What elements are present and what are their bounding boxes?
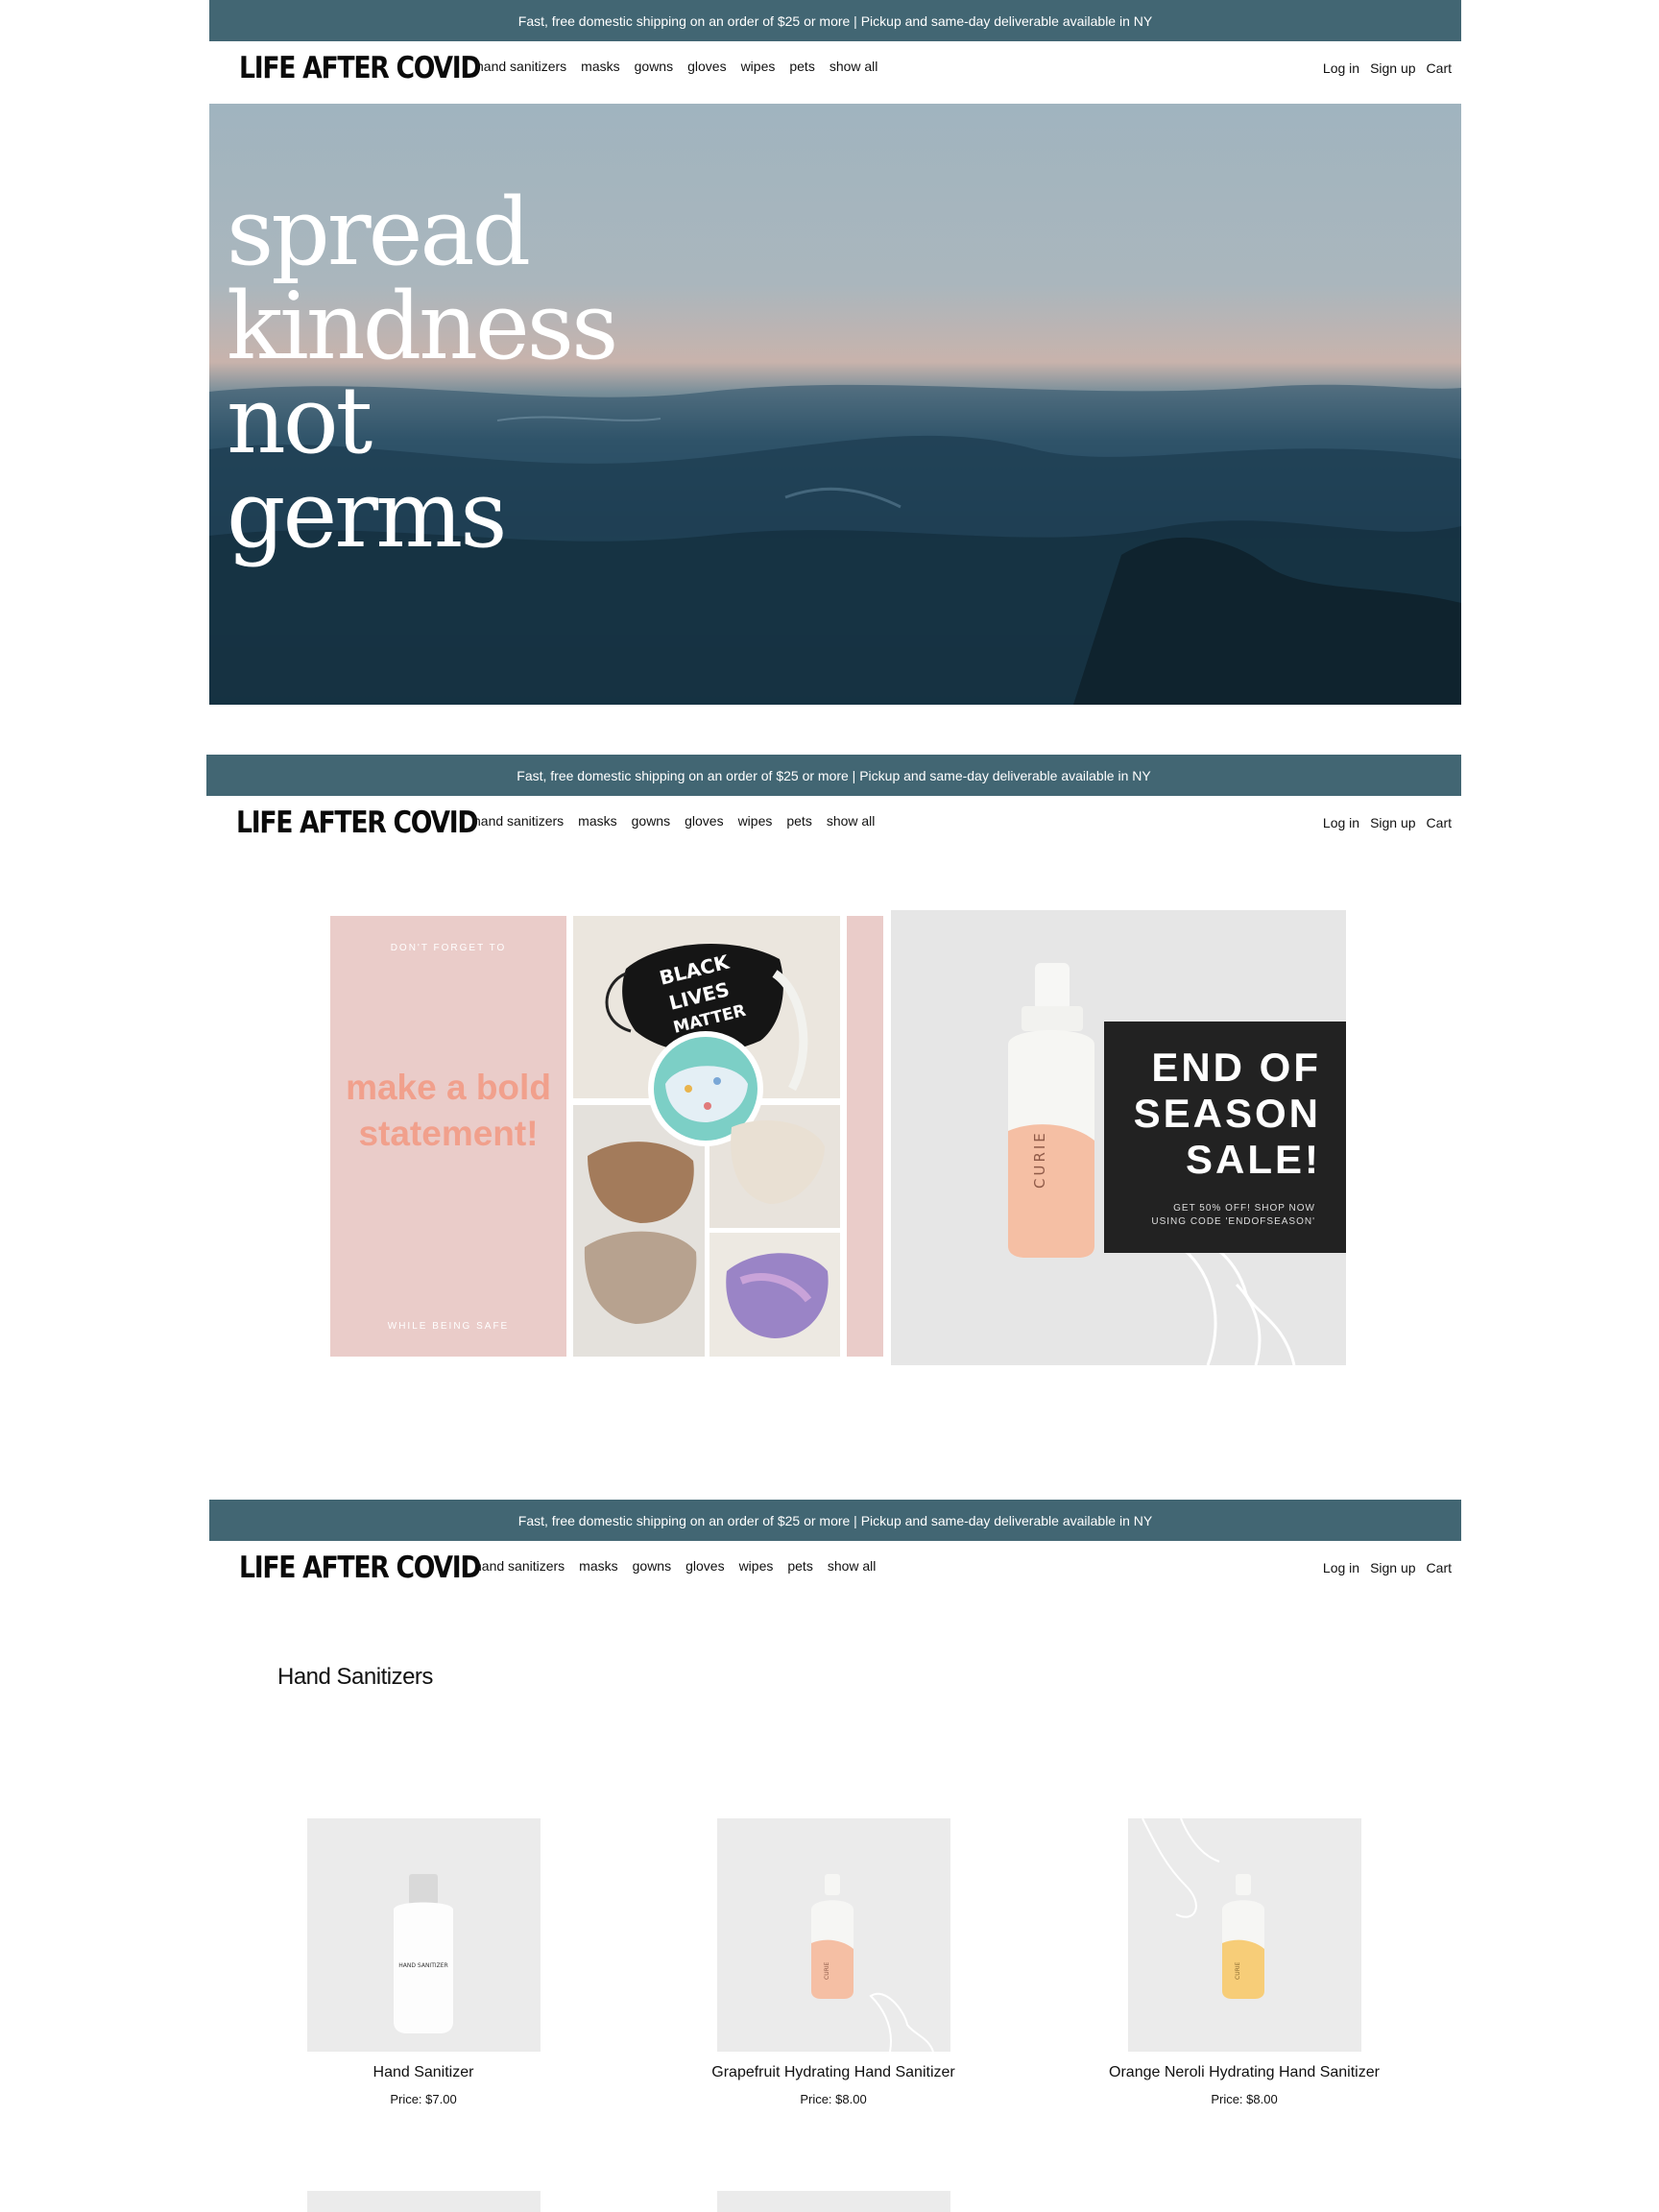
shipping-banner: Fast, free domestic shipping on an order… [209, 0, 1461, 41]
mask-collage-image[interactable]: BLACK LIVES MATTER [573, 916, 840, 1357]
hero-banner: spread kindness not germs [209, 104, 1461, 705]
account-links: Log in Sign up Cart [1323, 815, 1452, 830]
end-of-season-sale-banner[interactable]: CURIE END OF SEASON SALE! GET 50% OFF! S… [891, 910, 1346, 1365]
nav-pets[interactable]: pets [786, 813, 811, 829]
cart-link[interactable]: Cart [1427, 815, 1452, 830]
nav-masks[interactable]: masks [578, 813, 616, 829]
nav-gowns[interactable]: gowns [632, 813, 670, 829]
hero-headline: spread kindness not germs [227, 179, 618, 568]
signup-link[interactable]: Sign up [1370, 815, 1415, 830]
yellow-bottle-icon: CURIE [1141, 1818, 1264, 1999]
pink-divider-strip [847, 916, 883, 1357]
nav-hand-sanitizers[interactable]: hand sanitizers [476, 59, 566, 74]
nav-gowns[interactable]: gowns [635, 59, 673, 74]
product-card[interactable]: CURIE Orange Neroli Hydrating Hand Sanit… [1100, 1818, 1388, 2106]
nav-show-all[interactable]: show all [830, 59, 878, 74]
nav-hand-sanitizers[interactable]: hand sanitizers [473, 813, 564, 829]
navbar: LIFE AFTER COVID hand sanitizers masks g… [209, 41, 1461, 104]
site-section-1: Fast, free domestic shipping on an order… [209, 0, 1461, 705]
nav-pets[interactable]: pets [787, 1558, 812, 1574]
shipping-banner: Fast, free domestic shipping on an order… [209, 1500, 1461, 1541]
nav-gloves[interactable]: gloves [685, 813, 723, 829]
product-image[interactable]: HAND SANITIZER [306, 1818, 541, 2052]
site-section-3: Fast, free domestic shipping on an order… [209, 1500, 1461, 1603]
nav-masks[interactable]: masks [579, 1558, 617, 1574]
main-nav: hand sanitizers masks gowns gloves wipes… [476, 59, 878, 74]
account-links: Log in Sign up Cart [1323, 1560, 1452, 1575]
site-logo[interactable]: LIFE AFTER COVID [239, 1553, 482, 1583]
signup-link[interactable]: Sign up [1370, 60, 1415, 76]
nav-gloves[interactable]: gloves [687, 59, 726, 74]
login-link[interactable]: Log in [1323, 60, 1359, 76]
product-name[interactable]: Orange Neroli Hydrating Hand Sanitizer [1100, 2064, 1388, 2081]
sale-title: END OF SEASON SALE! [1133, 1045, 1321, 1182]
product-price: Price: $7.00 [390, 2092, 457, 2106]
product-name[interactable]: Grapefruit Hydrating Hand Sanitizer [689, 2064, 977, 2081]
sale-subtitle: GET 50% OFF! SHOP NOW USING CODE 'ENDOFS… [1151, 1203, 1315, 1227]
product-image[interactable]: CURIE [1127, 1818, 1361, 2052]
cart-link[interactable]: Cart [1427, 60, 1452, 76]
bottle-label-text: CURIE [1235, 1961, 1241, 1980]
product-image-partial[interactable] [717, 2191, 950, 2212]
product-card[interactable]: HAND SANITIZER Hand Sanitizer Price: $7.… [279, 1818, 567, 2106]
navbar: LIFE AFTER COVID hand sanitizers masks g… [206, 796, 1461, 858]
promo-bottom-text: WHILE BEING SAFE [387, 1321, 510, 1332]
nav-gowns[interactable]: gowns [633, 1558, 671, 1574]
bottle-label-text: HAND SANITIZER [398, 1962, 447, 1969]
product-name[interactable]: Hand Sanitizer [279, 2064, 567, 2081]
cart-link[interactable]: Cart [1427, 1560, 1452, 1575]
sale-message-box: END OF SEASON SALE! GET 50% OFF! SHOP NO… [1104, 1022, 1346, 1253]
site-logo[interactable]: LIFE AFTER COVID [239, 54, 482, 84]
main-nav: hand sanitizers masks gowns gloves wipes… [474, 1558, 876, 1574]
product-image-partial[interactable] [307, 2191, 541, 2212]
masks-collage-icon: BLACK LIVES MATTER [573, 916, 840, 1357]
product-card[interactable]: CURIE Grapefruit Hydrating Hand Sanitize… [689, 1818, 977, 2106]
login-link[interactable]: Log in [1323, 1560, 1359, 1575]
nav-show-all[interactable]: show all [828, 1558, 877, 1574]
category-title: Hand Sanitizers [277, 1664, 433, 1690]
curie-brand-text: CURIE [1031, 1130, 1048, 1189]
pink-bottle-icon: CURIE [810, 1874, 934, 2052]
nav-show-all[interactable]: show all [827, 813, 876, 829]
nav-masks[interactable]: masks [581, 59, 619, 74]
login-link[interactable]: Log in [1323, 815, 1359, 830]
nav-wipes[interactable]: wipes [738, 813, 773, 829]
site-section-2: Fast, free domestic shipping on an order… [206, 755, 1461, 858]
account-links: Log in Sign up Cart [1323, 60, 1452, 76]
site-logo[interactable]: LIFE AFTER COVID [236, 808, 479, 838]
bottle-label-text: CURIE [824, 1961, 830, 1980]
product-price: Price: $8.00 [1211, 2092, 1278, 2106]
nav-pets[interactable]: pets [789, 59, 814, 74]
nav-gloves[interactable]: gloves [685, 1558, 724, 1574]
nav-hand-sanitizers[interactable]: hand sanitizers [474, 1558, 565, 1574]
nav-wipes[interactable]: wipes [741, 59, 776, 74]
white-bottle-icon: HAND SANITIZER [393, 1874, 453, 2033]
nav-wipes[interactable]: wipes [739, 1558, 774, 1574]
product-price: Price: $8.00 [800, 2092, 867, 2106]
signup-link[interactable]: Sign up [1370, 1560, 1415, 1575]
product-image[interactable]: CURIE [716, 1818, 950, 2052]
main-nav: hand sanitizers masks gowns gloves wipes… [473, 813, 875, 829]
navbar: LIFE AFTER COVID hand sanitizers masks g… [209, 1541, 1461, 1603]
promo-top-text: DON'T FORGET TO [390, 943, 507, 953]
bold-statement-promo[interactable]: DON'T FORGET TO make a bold statement! W… [330, 916, 566, 1357]
shipping-banner: Fast, free domestic shipping on an order… [206, 755, 1461, 796]
promo-headline: make a bold statement! [346, 1068, 551, 1153]
